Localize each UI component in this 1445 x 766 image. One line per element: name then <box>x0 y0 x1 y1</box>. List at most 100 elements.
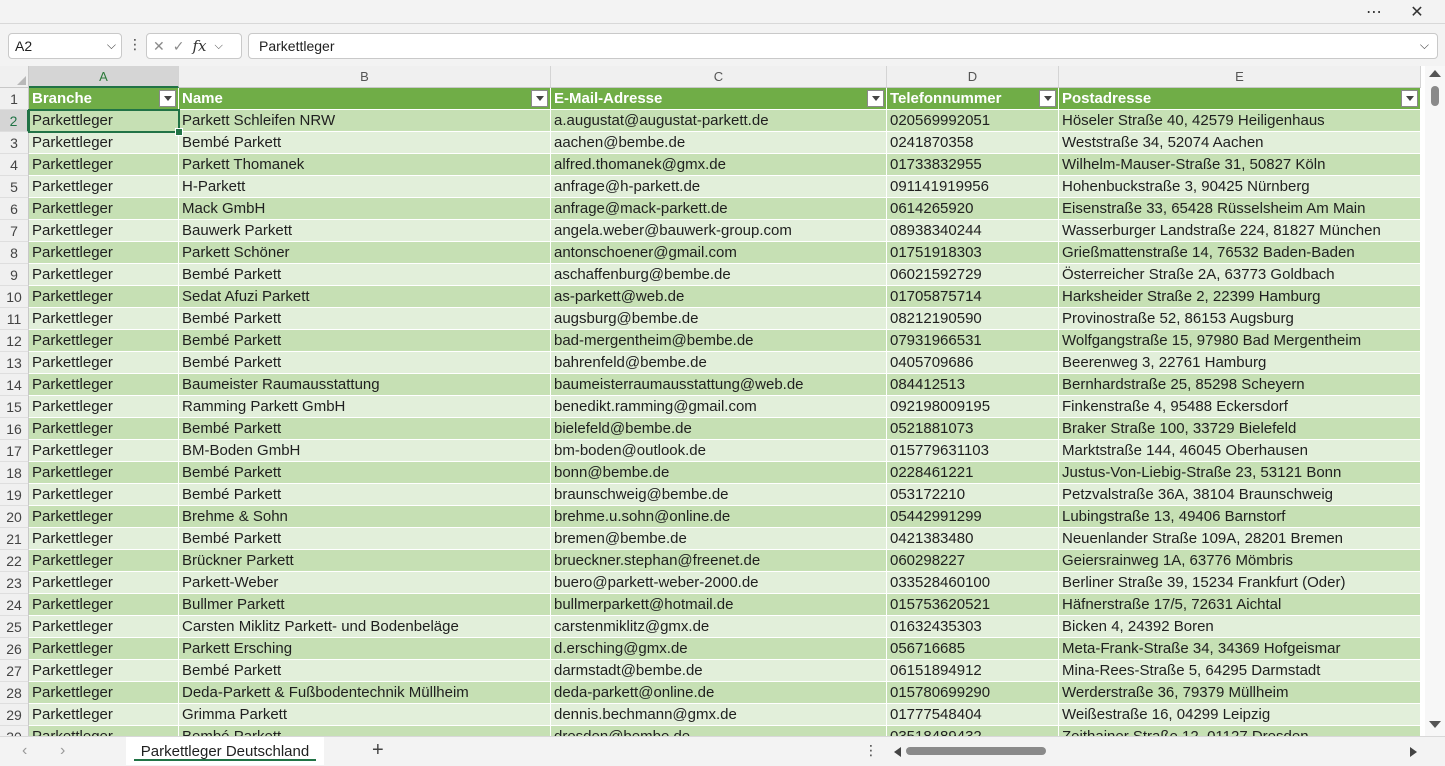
table-cell[interactable]: Justus-Von-Liebig-Straße 23, 53121 Bonn <box>1059 462 1421 484</box>
table-cell[interactable]: 01705875714 <box>887 286 1059 308</box>
row-number[interactable]: 23 <box>0 572 29 594</box>
more-vertical-icon[interactable]: ⋮ <box>128 36 142 53</box>
row-number[interactable]: 15 <box>0 396 29 418</box>
cancel-icon[interactable]: ✕ <box>153 38 165 55</box>
table-cell[interactable]: Eisenstraße 33, 65428 Rüsselsheim Am Mai… <box>1059 198 1421 220</box>
scroll-up-icon[interactable] <box>1429 70 1441 77</box>
row-number[interactable]: 9 <box>0 264 29 286</box>
table-cell[interactable]: Parkettleger <box>29 220 179 242</box>
table-cell[interactable]: Parkett Thomanek <box>179 154 551 176</box>
table-cell[interactable]: 0241870358 <box>887 132 1059 154</box>
row-number[interactable]: 12 <box>0 330 29 352</box>
table-cell[interactable]: Bullmer Parkett <box>179 594 551 616</box>
chevron-left-icon[interactable]: ‹ <box>22 742 27 760</box>
table-cell[interactable]: 01632435303 <box>887 616 1059 638</box>
table-cell[interactable]: Parkett-Weber <box>179 572 551 594</box>
table-cell[interactable]: brueckner.stephan@freenet.de <box>551 550 887 572</box>
table-cell[interactable]: bullmerparkett@hotmail.de <box>551 594 887 616</box>
table-cell[interactable]: Bicken 4, 24392 Boren <box>1059 616 1421 638</box>
row-number[interactable]: 26 <box>0 638 29 660</box>
more-horizontal-icon[interactable]: ⋯ <box>1357 0 1391 24</box>
filter-dropdown-icon[interactable] <box>159 90 176 107</box>
table-cell[interactable]: 0405709686 <box>887 352 1059 374</box>
table-cell[interactable]: bonn@bembe.de <box>551 462 887 484</box>
table-cell[interactable]: Parkettleger <box>29 704 179 726</box>
table-cell[interactable]: deda-parkett@online.de <box>551 682 887 704</box>
table-cell[interactable]: braunschweig@bembe.de <box>551 484 887 506</box>
row-number[interactable]: 4 <box>0 154 29 176</box>
row-number[interactable]: 3 <box>0 132 29 154</box>
table-cell[interactable]: Parkettleger <box>29 440 179 462</box>
table-cell[interactable]: 03518489432 <box>887 726 1059 736</box>
table-cell[interactable]: 092198009195 <box>887 396 1059 418</box>
table-cell[interactable]: Parkettleger <box>29 616 179 638</box>
table-cell[interactable]: Bembé Parkett <box>179 264 551 286</box>
table-cell[interactable]: dresden@bembe.de <box>551 726 887 736</box>
table-cell[interactable]: Baumeister Raumausstattung <box>179 374 551 396</box>
table-cell[interactable]: Parkettleger <box>29 110 179 132</box>
table-cell[interactable]: Parkett Ersching <box>179 638 551 660</box>
row-number[interactable]: 29 <box>0 704 29 726</box>
table-cell[interactable]: Grießmattenstraße 14, 76532 Baden-Baden <box>1059 242 1421 264</box>
table-cell[interactable]: bad-mergentheim@bembe.de <box>551 330 887 352</box>
table-cell[interactable]: Österreicher Straße 2A, 63773 Goldbach <box>1059 264 1421 286</box>
table-cell[interactable]: anfrage@h-parkett.de <box>551 176 887 198</box>
table-cell[interactable]: Carsten Miklitz Parkett- und Bodenbeläge <box>179 616 551 638</box>
table-cell[interactable]: Parkettleger <box>29 418 179 440</box>
filter-dropdown-icon[interactable] <box>867 90 884 107</box>
table-cell[interactable]: Parkett Schöner <box>179 242 551 264</box>
row-number[interactable]: 30 <box>0 726 29 736</box>
row-number[interactable]: 20 <box>0 506 29 528</box>
table-cell[interactable]: Parkettleger <box>29 682 179 704</box>
table-cell[interactable]: Wolfgangstraße 15, 97980 Bad Mergentheim <box>1059 330 1421 352</box>
filter-dropdown-icon[interactable] <box>531 90 548 107</box>
table-cell[interactable]: Bembé Parkett <box>179 418 551 440</box>
table-cell[interactable]: alfred.thomanek@gmx.de <box>551 154 887 176</box>
table-cell[interactable]: darmstadt@bembe.de <box>551 660 887 682</box>
table-cell[interactable]: Beerenweg 3, 22761 Hamburg <box>1059 352 1421 374</box>
table-cell[interactable]: 01777548404 <box>887 704 1059 726</box>
table-cell[interactable]: Parkettleger <box>29 198 179 220</box>
insert-function-button[interactable]: fx <box>192 37 206 55</box>
row-number[interactable]: 7 <box>0 220 29 242</box>
scroll-right-icon[interactable] <box>1410 747 1417 757</box>
table-cell[interactable]: 01751918303 <box>887 242 1059 264</box>
table-cell[interactable]: Parkettleger <box>29 594 179 616</box>
table-cell[interactable]: Berliner Straße 39, 15234 Frankfurt (Ode… <box>1059 572 1421 594</box>
row-number[interactable]: 21 <box>0 528 29 550</box>
table-cell[interactable]: Lubingstraße 13, 49406 Barnstorf <box>1059 506 1421 528</box>
formula-input[interactable]: Parkettleger ⌵ <box>248 33 1438 59</box>
table-cell[interactable]: 0421383480 <box>887 528 1059 550</box>
table-cell[interactable]: Mina-Rees-Straße 5, 64295 Darmstadt <box>1059 660 1421 682</box>
row-number[interactable]: 6 <box>0 198 29 220</box>
table-cell[interactable]: Geiersrainweg 1A, 63776 Mömbris <box>1059 550 1421 572</box>
table-cell[interactable]: Parkettleger <box>29 330 179 352</box>
table-cell[interactable]: Petzvalstraße 36A, 38104 Braunschweig <box>1059 484 1421 506</box>
table-cell[interactable]: Parkettleger <box>29 352 179 374</box>
table-cell[interactable]: Parkettleger <box>29 550 179 572</box>
table-cell[interactable]: Neuenlander Straße 109A, 28201 Bremen <box>1059 528 1421 550</box>
table-cell[interactable]: d.ersching@gmx.de <box>551 638 887 660</box>
table-cell[interactable]: 020569992051 <box>887 110 1059 132</box>
chevron-right-icon[interactable]: › <box>60 742 65 760</box>
table-cell[interactable]: Werderstraße 36, 79379 Müllheim <box>1059 682 1421 704</box>
table-cell[interactable]: bm-boden@outlook.de <box>551 440 887 462</box>
row-number[interactable]: 18 <box>0 462 29 484</box>
table-cell[interactable]: Bernhardstraße 25, 85298 Scheyern <box>1059 374 1421 396</box>
table-cell[interactable]: 056716685 <box>887 638 1059 660</box>
table-cell[interactable]: 08938340244 <box>887 220 1059 242</box>
table-cell[interactable]: H-Parkett <box>179 176 551 198</box>
table-cell[interactable]: Grimma Parkett <box>179 704 551 726</box>
table-cell[interactable]: antonschoener@gmail.com <box>551 242 887 264</box>
table-cell[interactable]: Bembé Parkett <box>179 528 551 550</box>
table-cell[interactable]: 0614265920 <box>887 198 1059 220</box>
table-cell[interactable]: Mack GmbH <box>179 198 551 220</box>
table-cell[interactable]: 06151894912 <box>887 660 1059 682</box>
table-cell[interactable]: Bembé Parkett <box>179 308 551 330</box>
table-cell[interactable]: Parkettleger <box>29 242 179 264</box>
table-cell[interactable]: Parkettleger <box>29 286 179 308</box>
table-cell[interactable]: Sedat Afuzi Parkett <box>179 286 551 308</box>
table-cell[interactable]: Bembé Parkett <box>179 352 551 374</box>
table-cell[interactable]: 084412513 <box>887 374 1059 396</box>
table-cell[interactable]: Zeithainer Straße 12, 01127 Dresden <box>1059 726 1421 736</box>
